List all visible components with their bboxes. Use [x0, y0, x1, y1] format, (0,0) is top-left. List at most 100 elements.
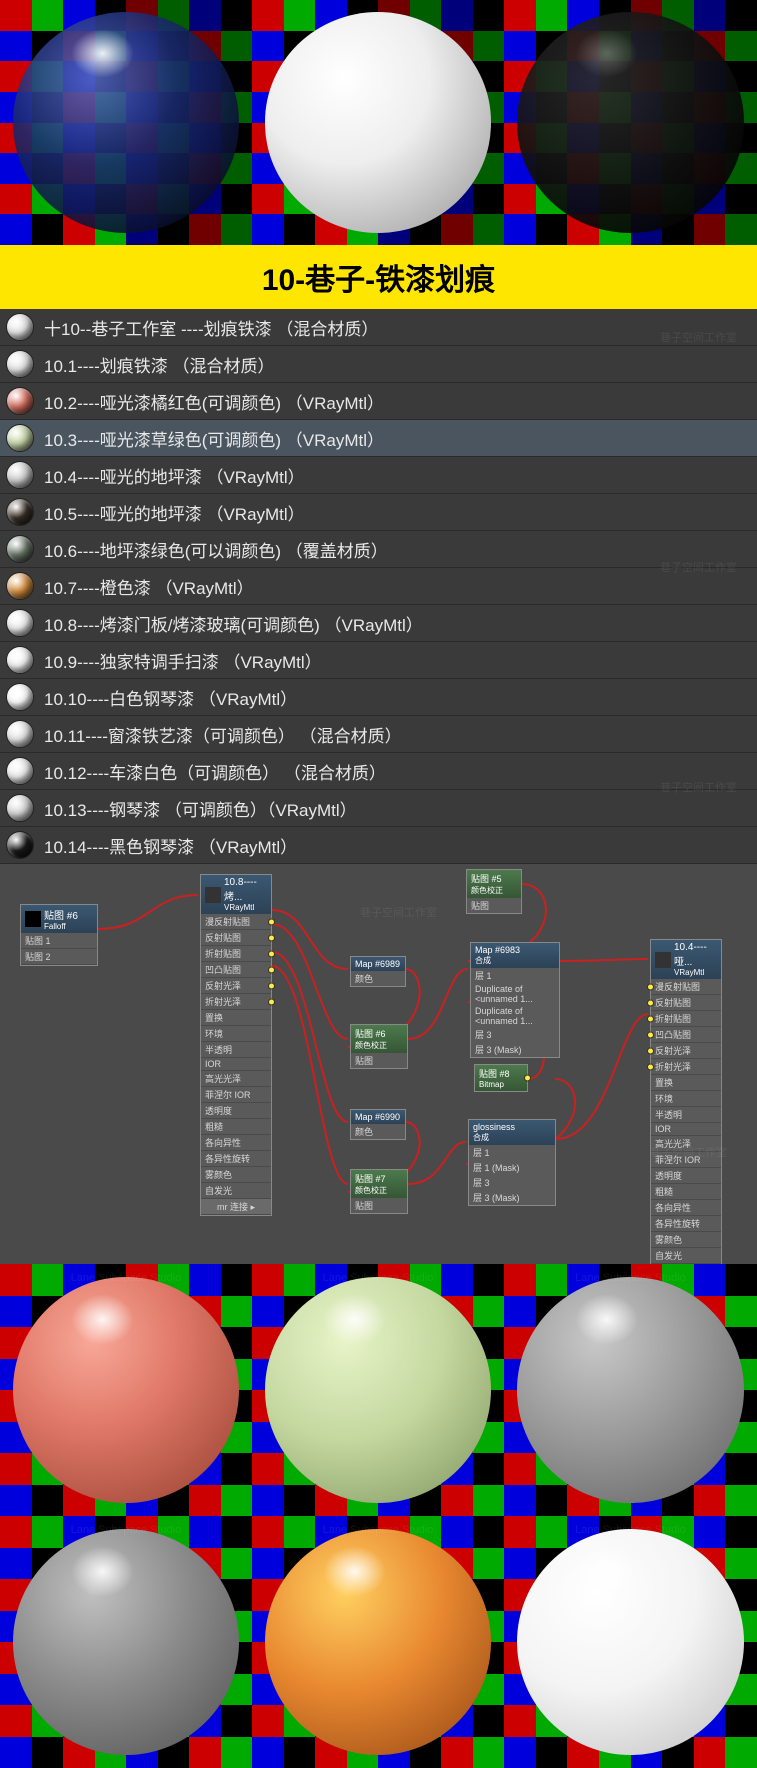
highlight [71, 1546, 134, 1596]
node-slot[interactable]: 层 3 (Mask) [469, 1190, 555, 1205]
node-footer[interactable]: mr 连接 ▸ [201, 1199, 271, 1215]
node-slot[interactable]: 贴图 [467, 898, 521, 913]
node-slot[interactable]: 贴图 [351, 1198, 407, 1213]
node-slot[interactable]: 贴图 2 [21, 949, 97, 965]
material-row[interactable]: 10.9----独家特调手扫漆 （VRayMtl） [0, 642, 757, 679]
node-header[interactable]: 贴图 #8Bitmap [475, 1065, 527, 1091]
node-slot[interactable]: 各异性旋转 [651, 1216, 721, 1232]
node-slot[interactable]: 凹凸贴图 [201, 962, 271, 978]
material-swatch [6, 313, 34, 341]
material-row[interactable]: 10.4----哑光的地坪漆 （VRayMtl） [0, 457, 757, 494]
node-slot[interactable]: 折射光泽 [201, 994, 271, 1010]
node-slot[interactable]: 粗糙 [201, 1119, 271, 1135]
node-map[interactable]: Map #6989 颜色 [350, 956, 406, 987]
node-slot[interactable]: 环境 [201, 1026, 271, 1042]
node-slot[interactable]: 漫反射贴图 [651, 979, 721, 995]
material-row[interactable]: 10.11----窗漆铁艺漆（可调颜色） （混合材质） [0, 716, 757, 753]
node-slot[interactable]: 贴图 [351, 1053, 407, 1068]
node-slot[interactable]: 层 3 (Mask) [471, 1042, 559, 1057]
node-header[interactable]: Map #6983合成 [471, 943, 559, 968]
node-slot[interactable]: 颜色 [351, 1124, 405, 1139]
node-falloff[interactable]: 贴图 #6Falloff 贴图 1 贴图 2 [20, 904, 98, 966]
node-slot[interactable]: 层 3 [469, 1175, 555, 1190]
node-slot[interactable]: 折射贴图 [651, 1011, 721, 1027]
node-slot[interactable]: 贴图 1 [21, 933, 97, 949]
node-header[interactable]: Map #6990 [351, 1110, 405, 1124]
node-slot[interactable]: 高光光泽 [651, 1136, 721, 1152]
node-color-correct[interactable]: 贴图 #6颜色校正 贴图 [350, 1024, 408, 1069]
node-slot[interactable]: 半透明 [201, 1042, 271, 1058]
node-header[interactable]: 10.8----烤...VRayMtl [201, 875, 271, 914]
node-graph[interactable]: 贴图 #6Falloff 贴图 1 贴图 2 10.8----烤...VRayM… [0, 864, 757, 1264]
node-slot[interactable]: 反射贴图 [201, 930, 271, 946]
material-row[interactable]: 10.1----划痕铁漆 （混合材质） [0, 346, 757, 383]
node-slot[interactable]: IOR [651, 1123, 721, 1136]
node-slot[interactable]: 层 1 (Mask) [469, 1160, 555, 1175]
material-row[interactable]: 10.2----哑光漆橘红色(可调颜色) （VRayMtl） [0, 383, 757, 420]
node-color-correct[interactable]: 贴图 #5颜色校正 贴图 [466, 869, 522, 914]
node-slot[interactable]: 反射光泽 [651, 1043, 721, 1059]
node-vraymtl-main[interactable]: 10.8----烤...VRayMtl漫反射贴图反射贴图折射贴图凹凸贴图反射光泽… [200, 874, 272, 1216]
node-header[interactable]: glossiness合成 [469, 1120, 555, 1145]
material-preview: Lane Subspace Studio [504, 1516, 757, 1768]
node-slot[interactable]: 粗糙 [651, 1184, 721, 1200]
material-label: 10.9----独家特调手扫漆 （VRayMtl） [44, 648, 322, 673]
material-swatch [6, 498, 34, 526]
node-slot[interactable]: 各异性旋转 [201, 1151, 271, 1167]
node-slot[interactable]: 透明度 [651, 1168, 721, 1184]
node-header[interactable]: Map #6989 [351, 957, 405, 971]
material-row[interactable]: 10.10----白色钢琴漆 （VRayMtl） [0, 679, 757, 716]
node-header[interactable]: 贴图 #6Falloff [21, 905, 97, 933]
node-color-correct[interactable]: 贴图 #7颜色校正 贴图 [350, 1169, 408, 1214]
material-row[interactable]: 十10--巷子工作室 ----划痕铁漆 （混合材质） [0, 309, 757, 346]
node-slot[interactable]: 漫反射贴图 [201, 914, 271, 930]
node-slot[interactable]: Duplicate of <unnamed 1... [471, 1005, 559, 1027]
node-bitmap[interactable]: 贴图 #8Bitmap [474, 1064, 528, 1092]
node-map[interactable]: Map #6990 颜色 [350, 1109, 406, 1140]
node-header[interactable]: 10.4----哑...VRayMtl [651, 940, 721, 979]
material-row[interactable]: 10.7----橙色漆 （VRayMtl） [0, 568, 757, 605]
node-slot[interactable]: 置换 [201, 1010, 271, 1026]
material-row[interactable]: 10.8----烤漆门板/烤漆玻璃(可调颜色) （VRayMtl） [0, 605, 757, 642]
material-row[interactable]: 10.13----钢琴漆 （可调颜色）（VRayMtl） [0, 790, 757, 827]
node-slot[interactable]: 菲涅尔 IOR [201, 1087, 271, 1103]
material-row[interactable]: 10.6----地坪漆绿色(可以调颜色) （覆盖材质） [0, 531, 757, 568]
node-header[interactable]: 贴图 #5颜色校正 [467, 870, 521, 898]
node-header[interactable]: 贴图 #7颜色校正 [351, 1170, 407, 1198]
material-sphere [265, 12, 492, 233]
node-slot[interactable]: 环境 [651, 1091, 721, 1107]
node-slot[interactable]: 高光光泽 [201, 1071, 271, 1087]
node-slot[interactable]: 折射贴图 [201, 946, 271, 962]
node-slot[interactable]: 颜色 [351, 971, 405, 986]
node-slot[interactable]: 雾颜色 [201, 1167, 271, 1183]
node-vraymtl-right[interactable]: 10.4----哑...VRayMtl漫反射贴图反射贴图折射贴图凹凸贴图反射光泽… [650, 939, 722, 1264]
node-slot[interactable]: 菲涅尔 IOR [651, 1152, 721, 1168]
material-row[interactable]: 10.3----哑光漆草绿色(可调颜色) （VRayMtl） [0, 420, 757, 457]
node-slot[interactable]: 反射贴图 [651, 995, 721, 1011]
node-slot[interactable]: 置换 [651, 1075, 721, 1091]
node-slot[interactable]: 反射光泽 [201, 978, 271, 994]
node-slot[interactable]: 透明度 [201, 1103, 271, 1119]
node-composite[interactable]: glossiness合成 层 1 层 1 (Mask) 层 3 层 3 (Mas… [468, 1119, 556, 1206]
node-composite[interactable]: Map #6983合成 层 1 Duplicate of <unnamed 1.… [470, 942, 560, 1058]
node-slot[interactable]: Duplicate of <unnamed 1... [471, 983, 559, 1005]
node-slot[interactable]: 自发光 [651, 1248, 721, 1264]
node-slot[interactable]: 各向异性 [201, 1135, 271, 1151]
material-preview: Lane Subspace Studio [252, 1264, 504, 1516]
material-row[interactable]: 10.12----车漆白色（可调颜色） （混合材质） [0, 753, 757, 790]
node-slot[interactable]: 雾颜色 [651, 1232, 721, 1248]
node-slot[interactable]: 层 1 [469, 1145, 555, 1160]
node-slot[interactable]: 折射光泽 [651, 1059, 721, 1075]
node-slot[interactable]: 层 1 [471, 968, 559, 983]
material-row[interactable]: 10.14----黑色钢琴漆 （VRayMtl） [0, 827, 757, 864]
node-slot[interactable]: 凹凸贴图 [651, 1027, 721, 1043]
node-header[interactable]: 贴图 #6颜色校正 [351, 1025, 407, 1053]
node-slot[interactable]: 层 3 [471, 1027, 559, 1042]
node-slot[interactable]: 自发光 [201, 1183, 271, 1199]
node-slot[interactable]: 各向异性 [651, 1200, 721, 1216]
material-swatch [6, 831, 34, 859]
node-slot[interactable]: IOR [201, 1058, 271, 1071]
node-slot[interactable]: 半透明 [651, 1107, 721, 1123]
material-row[interactable]: 10.5----哑光的地坪漆 （VRayMtl） [0, 494, 757, 531]
material-preview: Lane Subspace Studio [504, 1264, 757, 1516]
